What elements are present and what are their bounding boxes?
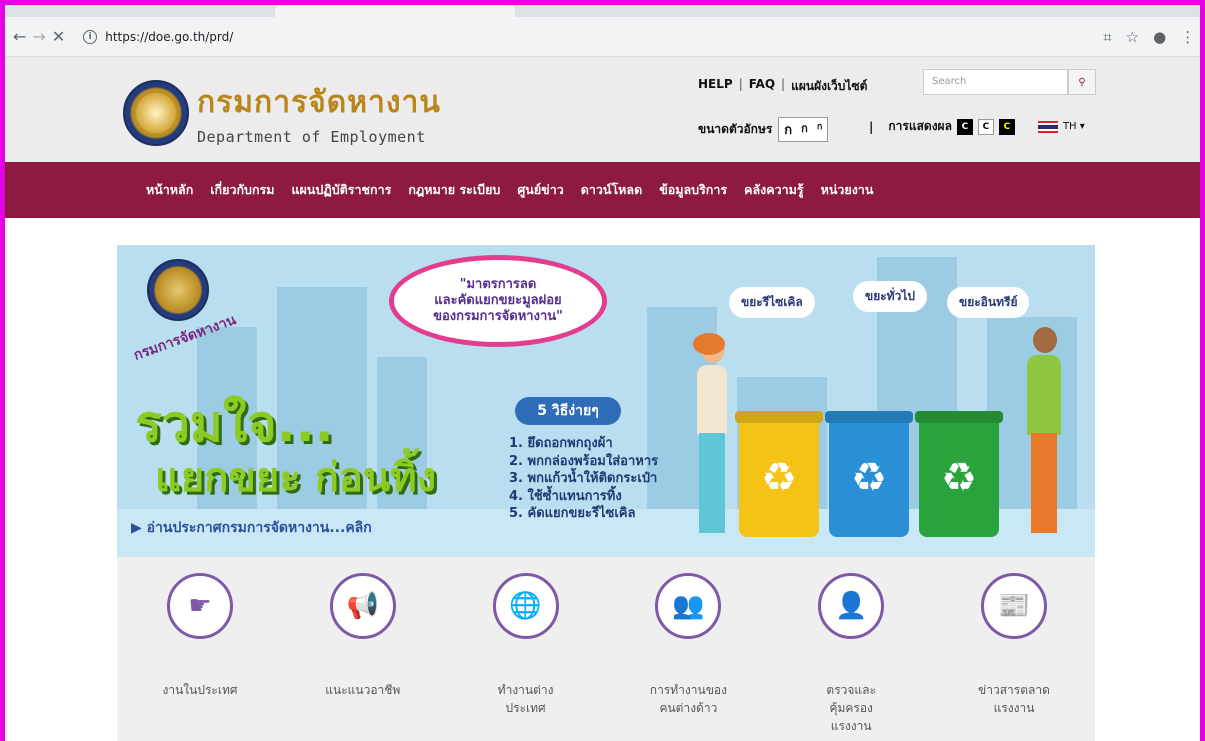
site-logo[interactable]: กรมการจัดหางาน Department of Employment [123,79,441,146]
nav-home[interactable]: หน้าหลัก [146,180,193,200]
tip-item: 5. คัดแยกขยะรีไซเคิล [509,506,636,521]
font-size-large[interactable]: ก [781,119,795,140]
search-icon[interactable]: ⚲ [1068,69,1096,95]
browser-toolbar: ← → ✕ i https://doe.go.th/prd/ ⌗ ☆ ● ⋮ [5,17,1200,57]
globe-worker-icon: 🌐 [492,573,559,639]
tips-list: 1. ยึดถอกพกถุงผ้า 2. พกกล่องพร้อมใส่อาหา… [509,435,658,523]
search-input[interactable]: Search [923,69,1068,95]
hero-banner[interactable]: กรมการจัดหางาน "มาตรการลด และคัดแยกขยะมู… [117,245,1095,557]
url-text: https://doe.go.th/prd/ [105,29,234,44]
forward-arrow-icon[interactable]: → [32,25,45,49]
services-section: ☛ งานในประเทศ 📢 แนะแนวอาชีพ 🌐 ทำงานต่าง … [117,557,1095,741]
recycle-bin-blue-icon: ♻ [829,419,909,537]
tips-pill: 5 วิธีง่ายๆ [515,397,621,425]
nav-news[interactable]: ศูนย์ข่าว [517,180,563,200]
sign-general: ขยะทั่วไป [853,281,927,312]
tip-item: 2. พกกล่องพร้อมใส่อาหาร [509,453,659,469]
nav-about[interactable]: เกี่ยวกับกรม [210,180,274,200]
contrast-yellow-button[interactable]: C [998,118,1015,135]
nav-law[interactable]: กฎหมาย ระเบียบ [408,180,500,200]
speech-bubble: "มาตรการลด และคัดแยกขยะมูลฝอย ของกรมการจ… [389,255,607,347]
recycle-bin-green-icon: ♻ [919,419,999,537]
service-inspection[interactable]: 👤 ตรวจและ คุ้มครอง แรงงาน [806,573,896,741]
service-labor-market-news[interactable]: 📰 ข่าวสารตลาด แรงงาน [969,573,1059,741]
nav-services[interactable]: ข้อมูลบริการ [659,180,727,200]
inspector-icon: 👤 [818,573,885,639]
tip-item: 3. พกแก้วน้ำให้ติดกระเป๋า [509,471,658,486]
menu-icon[interactable]: ⋮ [1180,28,1195,46]
foreign-workers-icon: 👥 [655,573,722,639]
font-size-label: ขนาดตัวอักษร [698,122,773,136]
font-size-small[interactable]: ก [814,119,825,140]
contrast-white-button[interactable]: C [977,118,994,135]
banner-seal-icon [147,259,209,321]
main-nav: หน้าหลัก เกี่ยวกับกรม แผนปฏิบัติราชการ ก… [5,162,1200,218]
jobs-news-icon: 📰 [980,573,1047,639]
help-link[interactable]: HELP [698,77,733,96]
profile-icon[interactable]: ● [1153,28,1166,46]
logo-thai-text: กรมการจัดหางาน [197,86,441,119]
man-figure-icon [1019,327,1069,537]
back-arrow-icon[interactable]: ← [13,25,26,49]
display-label: การแสดงผล [888,119,952,133]
font-size-medium[interactable]: ก [798,119,811,140]
language-selector[interactable]: TH ▾ [1063,121,1085,132]
nav-units[interactable]: หน่วยงาน [821,180,874,200]
job-seeker-icon: ☛ [167,573,233,639]
woman-figure-icon [689,333,733,537]
service-overseas-jobs[interactable]: 🌐 ทำงานต่าง ประเทศ [481,573,571,741]
font-size-controls: ขนาดตัวอักษร ก ก ก [698,117,829,142]
sitemap-link[interactable]: แผนผังเว็บไซต์ [791,77,867,96]
info-icon[interactable]: i [83,29,98,44]
webpage: กรมการจัดหางาน Department of Employment … [5,57,1200,741]
top-links: HELP | FAQ | แผนผังเว็บไซต์ [698,77,867,96]
tab-strip [5,5,1200,17]
browser-window: ← → ✕ i https://doe.go.th/prd/ ⌗ ☆ ● ⋮ ก… [5,5,1200,741]
star-icon[interactable]: ☆ [1126,28,1139,46]
service-domestic-jobs[interactable]: ☛ งานในประเทศ [155,573,245,741]
nav-download[interactable]: ดาวน์โหลด [581,180,642,200]
headline-line2: แยกขยะ ก่อนทิ้ง [155,455,437,501]
logo-english-text: Department of Employment [197,128,426,146]
department-seal-icon [123,79,189,146]
tip-item: 4. ใช้ซ้ำแทนการทิ้ง [509,488,622,504]
faq-link[interactable]: FAQ [749,77,775,96]
nav-knowledge[interactable]: คลังความรู้ [744,180,803,200]
tip-item: 1. ยึดถอกพกถุงผ้า [509,436,613,451]
address-bar[interactable]: i https://doe.go.th/prd/ [77,22,1098,51]
service-career-guidance[interactable]: 📢 แนะแนวอาชีพ [318,573,408,741]
thai-flag-icon[interactable] [1037,120,1058,133]
readmore-link[interactable]: ▶ อ่านประกาศกรมการจัดหางาน...คลิก [131,517,372,539]
sign-recycle: ขยะรีไซเคิล [729,287,815,318]
megaphone-icon: 📢 [329,573,396,639]
site-header: กรมการจัดหางาน Department of Employment … [5,57,1200,162]
sign-organic: ขยะอินทรีย์ [947,287,1030,318]
display-controls: | การแสดงผล C C C TH ▾ [869,117,1085,136]
active-tab[interactable] [275,5,515,17]
contrast-black-button[interactable]: C [956,118,973,135]
nav-plan[interactable]: แผนปฏิบัติราชการ [292,180,392,200]
stop-icon[interactable]: ✕ [52,25,65,49]
service-foreign-workers[interactable]: 👥 การทำงานของ คนต่างด้าว [643,573,733,741]
recycle-bin-yellow-icon: ♻ [739,419,819,537]
translate-icon[interactable]: ⌗ [1103,28,1111,46]
